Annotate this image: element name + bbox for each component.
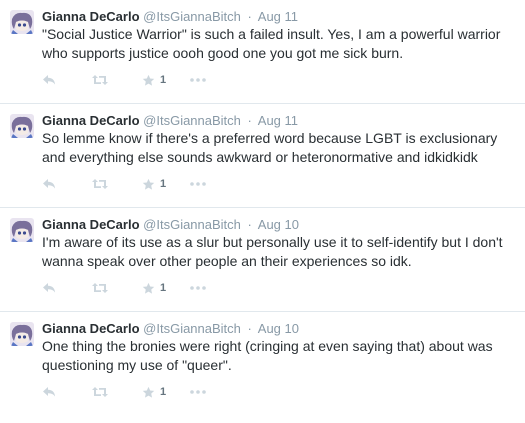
author-name[interactable]: Gianna DeCarlo <box>42 321 140 336</box>
more-button[interactable] <box>190 286 206 290</box>
reply-icon <box>43 387 55 397</box>
favorite-button[interactable]: 1 <box>142 178 190 191</box>
reply-button[interactable] <box>42 178 92 190</box>
more-icon <box>190 390 206 394</box>
retweet-icon <box>92 75 108 85</box>
reply-icon <box>43 283 55 293</box>
retweet-button[interactable] <box>92 74 142 86</box>
tweet-timestamp[interactable]: Aug 11 <box>258 9 298 24</box>
tweet-actions: 1 <box>42 176 206 192</box>
tweet: Gianna DeCarlo @ItsGiannaBitch · Aug 10 … <box>0 208 525 312</box>
reply-button[interactable] <box>42 386 92 398</box>
tweet-actions: 1 <box>42 280 206 296</box>
retweet-icon <box>92 283 108 293</box>
author-handle[interactable]: @ItsGiannaBitch <box>143 321 241 336</box>
tweet-actions: 1 <box>42 384 206 400</box>
avatar[interactable] <box>10 218 34 242</box>
favorite-count: 1 <box>160 282 167 294</box>
more-icon <box>190 286 206 290</box>
retweet-button[interactable] <box>92 386 142 398</box>
tweet-header: Gianna DeCarlo @ItsGiannaBitch · Aug 10 <box>42 320 299 337</box>
star-icon <box>142 386 155 398</box>
tweet: Gianna DeCarlo @ItsGiannaBitch · Aug 11 … <box>0 0 525 104</box>
tweet-text: "Social Justice Warrior" is such a faile… <box>42 26 501 61</box>
favorite-count: 1 <box>160 386 167 398</box>
tweet-header: Gianna DeCarlo @ItsGiannaBitch · Aug 11 <box>42 8 298 25</box>
tweet-text: I'm aware of its use as a slur but perso… <box>42 234 503 269</box>
favorite-count: 1 <box>160 74 167 86</box>
retweet-icon <box>92 179 108 189</box>
tweet-timestamp[interactable]: Aug 10 <box>258 321 299 336</box>
author-handle[interactable]: @ItsGiannaBitch <box>143 217 241 232</box>
tweet-timestamp[interactable]: Aug 10 <box>258 217 299 232</box>
tweet-timestamp[interactable]: Aug 11 <box>258 113 298 128</box>
more-icon <box>190 78 206 82</box>
star-icon <box>142 178 155 190</box>
favorite-button[interactable]: 1 <box>142 282 190 295</box>
tweet: Gianna DeCarlo @ItsGiannaBitch · Aug 11 … <box>0 104 525 208</box>
favorite-button[interactable]: 1 <box>142 386 190 399</box>
reply-button[interactable] <box>42 74 92 86</box>
more-icon <box>190 182 206 186</box>
avatar[interactable] <box>10 322 34 346</box>
avatar[interactable] <box>10 10 34 34</box>
star-icon <box>142 282 155 294</box>
more-button[interactable] <box>190 390 206 394</box>
more-button[interactable] <box>190 182 206 186</box>
retweet-icon <box>92 387 108 397</box>
reply-button[interactable] <box>42 282 92 294</box>
retweet-button[interactable] <box>92 178 142 190</box>
tweet-header: Gianna DeCarlo @ItsGiannaBitch · Aug 11 <box>42 112 298 129</box>
avatar[interactable] <box>10 114 34 138</box>
separator-dot: · <box>247 321 252 336</box>
reply-icon <box>43 179 55 189</box>
favorite-button[interactable]: 1 <box>142 74 190 87</box>
tweet-timeline: Gianna DeCarlo @ItsGiannaBitch · Aug 11 … <box>0 0 525 416</box>
retweet-button[interactable] <box>92 282 142 294</box>
star-icon <box>142 74 155 86</box>
author-name[interactable]: Gianna DeCarlo <box>42 113 140 128</box>
tweet-actions: 1 <box>42 72 206 88</box>
author-name[interactable]: Gianna DeCarlo <box>42 9 140 24</box>
author-name[interactable]: Gianna DeCarlo <box>42 217 140 232</box>
tweet-text: So lemme know if there's a preferred wor… <box>42 130 498 165</box>
separator-dot: · <box>247 217 252 232</box>
tweet-header: Gianna DeCarlo @ItsGiannaBitch · Aug 10 <box>42 216 299 233</box>
tweet-text: One thing the bronies were right (cringi… <box>42 338 493 373</box>
author-handle[interactable]: @ItsGiannaBitch <box>143 9 241 24</box>
separator-dot: · <box>247 9 252 24</box>
more-button[interactable] <box>190 78 206 82</box>
tweet: Gianna DeCarlo @ItsGiannaBitch · Aug 10 … <box>0 312 525 416</box>
author-handle[interactable]: @ItsGiannaBitch <box>143 113 241 128</box>
reply-icon <box>43 75 55 85</box>
favorite-count: 1 <box>160 178 167 190</box>
separator-dot: · <box>247 113 252 128</box>
